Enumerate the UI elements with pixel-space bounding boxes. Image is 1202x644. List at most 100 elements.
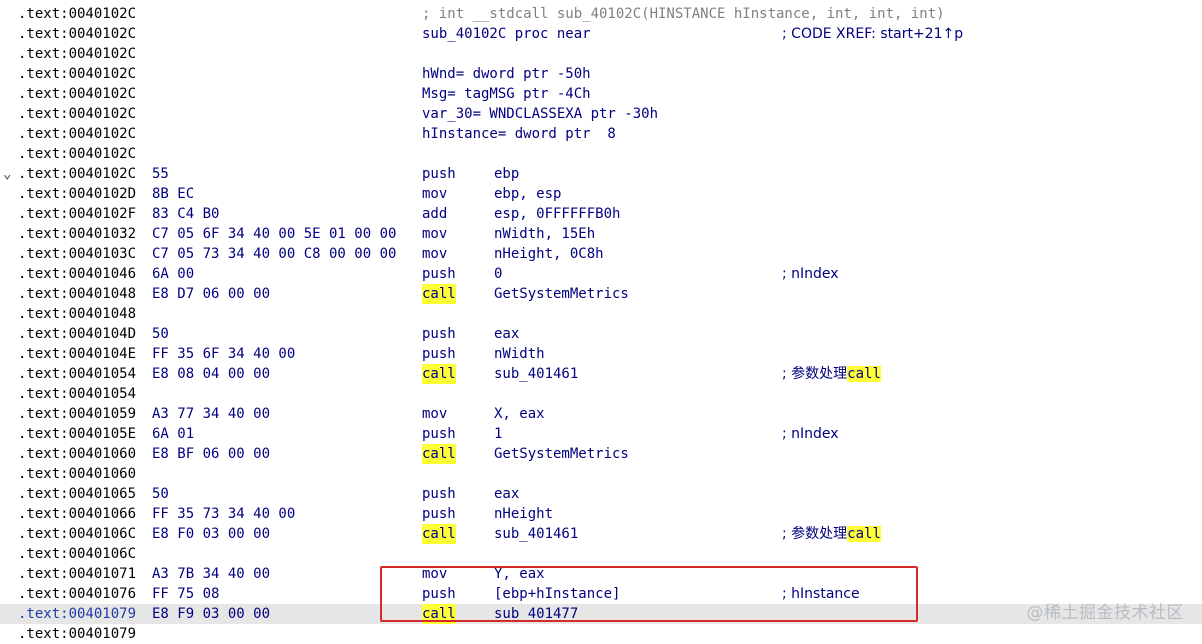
listing-row[interactable]: .text:00401071 A3 7B 34 40 00 mov Y, eax xyxy=(0,564,1202,584)
operands[interactable]: nHeight xyxy=(494,504,553,524)
operands[interactable]: eax xyxy=(494,484,519,504)
listing-row[interactable]: .text:0040102C var_30= WNDCLASSEXA ptr -3… xyxy=(0,104,1202,124)
listing-row[interactable]: .text:00401054 E8 08 04 00 00 call sub_4014… xyxy=(0,364,1202,384)
operands[interactable]: sub_401477 xyxy=(494,604,578,624)
listing-row[interactable]: ⌄ .text:0040102C 55 push ebp xyxy=(0,164,1202,184)
operands[interactable]: nWidth, 15Eh xyxy=(494,224,595,244)
address[interactable]: .text:00401060 xyxy=(18,444,136,464)
mnemonic[interactable]: push xyxy=(422,344,456,364)
listing-row[interactable]: .text:00401065 50 push eax xyxy=(0,484,1202,504)
listing-row[interactable]: .text:00401048 xyxy=(0,304,1202,324)
mnemonic[interactable]: mov xyxy=(422,224,447,244)
address[interactable]: .text:00401059 xyxy=(18,404,136,424)
mnemonic[interactable]: mov xyxy=(422,184,447,204)
operands[interactable]: ebp, esp xyxy=(494,184,561,204)
listing-row[interactable]: .text:00401046 6A 00 push 0 ; nIndex xyxy=(0,264,1202,284)
address[interactable]: .text:00401054 xyxy=(18,364,136,384)
mnemonic[interactable]: call xyxy=(422,364,456,384)
listing-row[interactable]: .text:00401054 xyxy=(0,384,1202,404)
address[interactable]: .text:00401079 xyxy=(18,604,136,624)
listing-row[interactable]: .text:00401076 FF 75 08 push [ebp+hInstance… xyxy=(0,584,1202,604)
mnemonic[interactable]: push xyxy=(422,584,456,604)
mnemonic[interactable]: push xyxy=(422,324,456,344)
listing-row[interactable]: .text:0040102C xyxy=(0,44,1202,64)
address[interactable]: .text:0040102C xyxy=(18,44,136,64)
operands[interactable]: ebp xyxy=(494,164,519,184)
mnemonic[interactable]: mov xyxy=(422,244,447,264)
mnemonic[interactable]: call xyxy=(422,284,456,304)
address[interactable]: .text:0040102C xyxy=(18,164,136,184)
operands[interactable]: X, eax xyxy=(494,404,545,424)
function-signature[interactable]: ; int __stdcall sub_40102C(HINSTANCE hIn… xyxy=(422,4,945,24)
listing-row[interactable]: .text:0040102C hInstance= dword ptr 8 xyxy=(0,124,1202,144)
proc-label[interactable]: sub_40102C proc near xyxy=(422,24,591,44)
address[interactable]: .text:0040103C xyxy=(18,244,136,264)
operands[interactable]: [ebp+hInstance] xyxy=(494,584,620,604)
address[interactable]: .text:00401071 xyxy=(18,564,136,584)
stack-variable[interactable]: hWnd= dword ptr -50h xyxy=(422,64,591,84)
address[interactable]: .text:0040102C xyxy=(18,84,136,104)
listing-row-current[interactable]: .text:00401079 E8 F9 03 00 00 call sub_4014… xyxy=(0,604,1202,624)
listing-row[interactable]: .text:0040106C xyxy=(0,544,1202,564)
address[interactable]: .text:00401065 xyxy=(18,484,136,504)
operands[interactable]: Y, eax xyxy=(494,564,545,584)
address[interactable]: .text:0040106C xyxy=(18,544,136,564)
listing-row[interactable]: .text:00401059 A3 77 34 40 00 mov X, eax xyxy=(0,404,1202,424)
operands[interactable]: eax xyxy=(494,324,519,344)
stack-variable[interactable]: var_30= WNDCLASSEXA ptr -30h xyxy=(422,104,658,124)
listing-row[interactable]: .text:0040106C E8 F0 03 00 00 call sub_4014… xyxy=(0,524,1202,544)
operands[interactable]: 0 xyxy=(494,264,502,284)
listing-row[interactable]: .text:0040103C C7 05 73 34 40 00 C8 00 00… xyxy=(0,244,1202,264)
mnemonic[interactable]: add xyxy=(422,204,447,224)
address[interactable]: .text:00401076 xyxy=(18,584,136,604)
mnemonic[interactable]: push xyxy=(422,504,456,524)
listing-row[interactable]: .text:00401032 C7 05 6F 34 40 00 5E 01 00… xyxy=(0,224,1202,244)
stack-variable[interactable]: hInstance= dword ptr 8 xyxy=(422,124,616,144)
mnemonic[interactable]: call xyxy=(422,524,456,544)
mnemonic[interactable]: push xyxy=(422,164,456,184)
mnemonic[interactable]: call xyxy=(422,444,456,464)
operands[interactable]: esp, 0FFFFFFB0h xyxy=(494,204,620,224)
listing-row[interactable]: .text:0040102C xyxy=(0,144,1202,164)
listing-row[interactable]: .text:0040105E 6A 01 push 1 ; nIndex xyxy=(0,424,1202,444)
address[interactable]: .text:0040102D xyxy=(18,184,136,204)
address[interactable]: .text:00401079 xyxy=(18,624,136,644)
address[interactable]: .text:0040102C xyxy=(18,124,136,144)
operands[interactable]: GetSystemMetrics xyxy=(494,284,629,304)
address[interactable]: .text:00401066 xyxy=(18,504,136,524)
address[interactable]: .text:0040102C xyxy=(18,4,136,24)
disassembly-listing[interactable]: .text:0040102C ; int __stdcall sub_40102C… xyxy=(0,4,1202,644)
operands[interactable]: sub_401461 xyxy=(494,364,578,384)
address[interactable]: .text:0040102F xyxy=(18,204,136,224)
mnemonic[interactable]: mov xyxy=(422,564,447,584)
mnemonic[interactable]: mov xyxy=(422,404,447,424)
listing-row[interactable]: .text:00401066 FF 35 73 34 40 00 push nHeig… xyxy=(0,504,1202,524)
operands[interactable]: nWidth xyxy=(494,344,545,364)
operands[interactable]: nHeight, 0C8h xyxy=(494,244,604,264)
listing-row[interactable]: .text:0040102C ; int __stdcall sub_40102C… xyxy=(0,4,1202,24)
listing-row[interactable]: .text:0040102C sub_40102C proc near ; CODE… xyxy=(0,24,1202,44)
listing-row[interactable]: .text:0040104D 50 push eax xyxy=(0,324,1202,344)
listing-row[interactable]: .text:0040102C Msg= tagMSG ptr -4Ch xyxy=(0,84,1202,104)
address[interactable]: .text:0040102C xyxy=(18,64,136,84)
operands[interactable]: sub_401461 xyxy=(494,524,578,544)
address[interactable]: .text:0040104D xyxy=(18,324,136,344)
address[interactable]: .text:0040105E xyxy=(18,424,136,444)
address[interactable]: .text:0040106C xyxy=(18,524,136,544)
listing-row[interactable]: .text:0040102F 83 C4 B0 add esp, 0FFFFFFB0h xyxy=(0,204,1202,224)
listing-row[interactable]: .text:00401060 E8 BF 06 00 00 call GetSyste… xyxy=(0,444,1202,464)
operands[interactable]: GetSystemMetrics xyxy=(494,444,629,464)
mnemonic[interactable]: push xyxy=(422,424,456,444)
address[interactable]: .text:0040102C xyxy=(18,144,136,164)
mnemonic[interactable]: push xyxy=(422,264,456,284)
address[interactable]: .text:00401046 xyxy=(18,264,136,284)
listing-row[interactable]: .text:00401048 E8 D7 06 00 00 call GetSyste… xyxy=(0,284,1202,304)
chevron-down-icon[interactable]: ⌄ xyxy=(3,164,17,184)
mnemonic[interactable]: call xyxy=(422,604,456,624)
address[interactable]: .text:0040102C xyxy=(18,24,136,44)
address[interactable]: .text:00401060 xyxy=(18,464,136,484)
address[interactable]: .text:00401032 xyxy=(18,224,136,244)
operands[interactable]: 1 xyxy=(494,424,502,444)
listing-row[interactable]: .text:00401079 xyxy=(0,624,1202,644)
address[interactable]: .text:0040104E xyxy=(18,344,136,364)
